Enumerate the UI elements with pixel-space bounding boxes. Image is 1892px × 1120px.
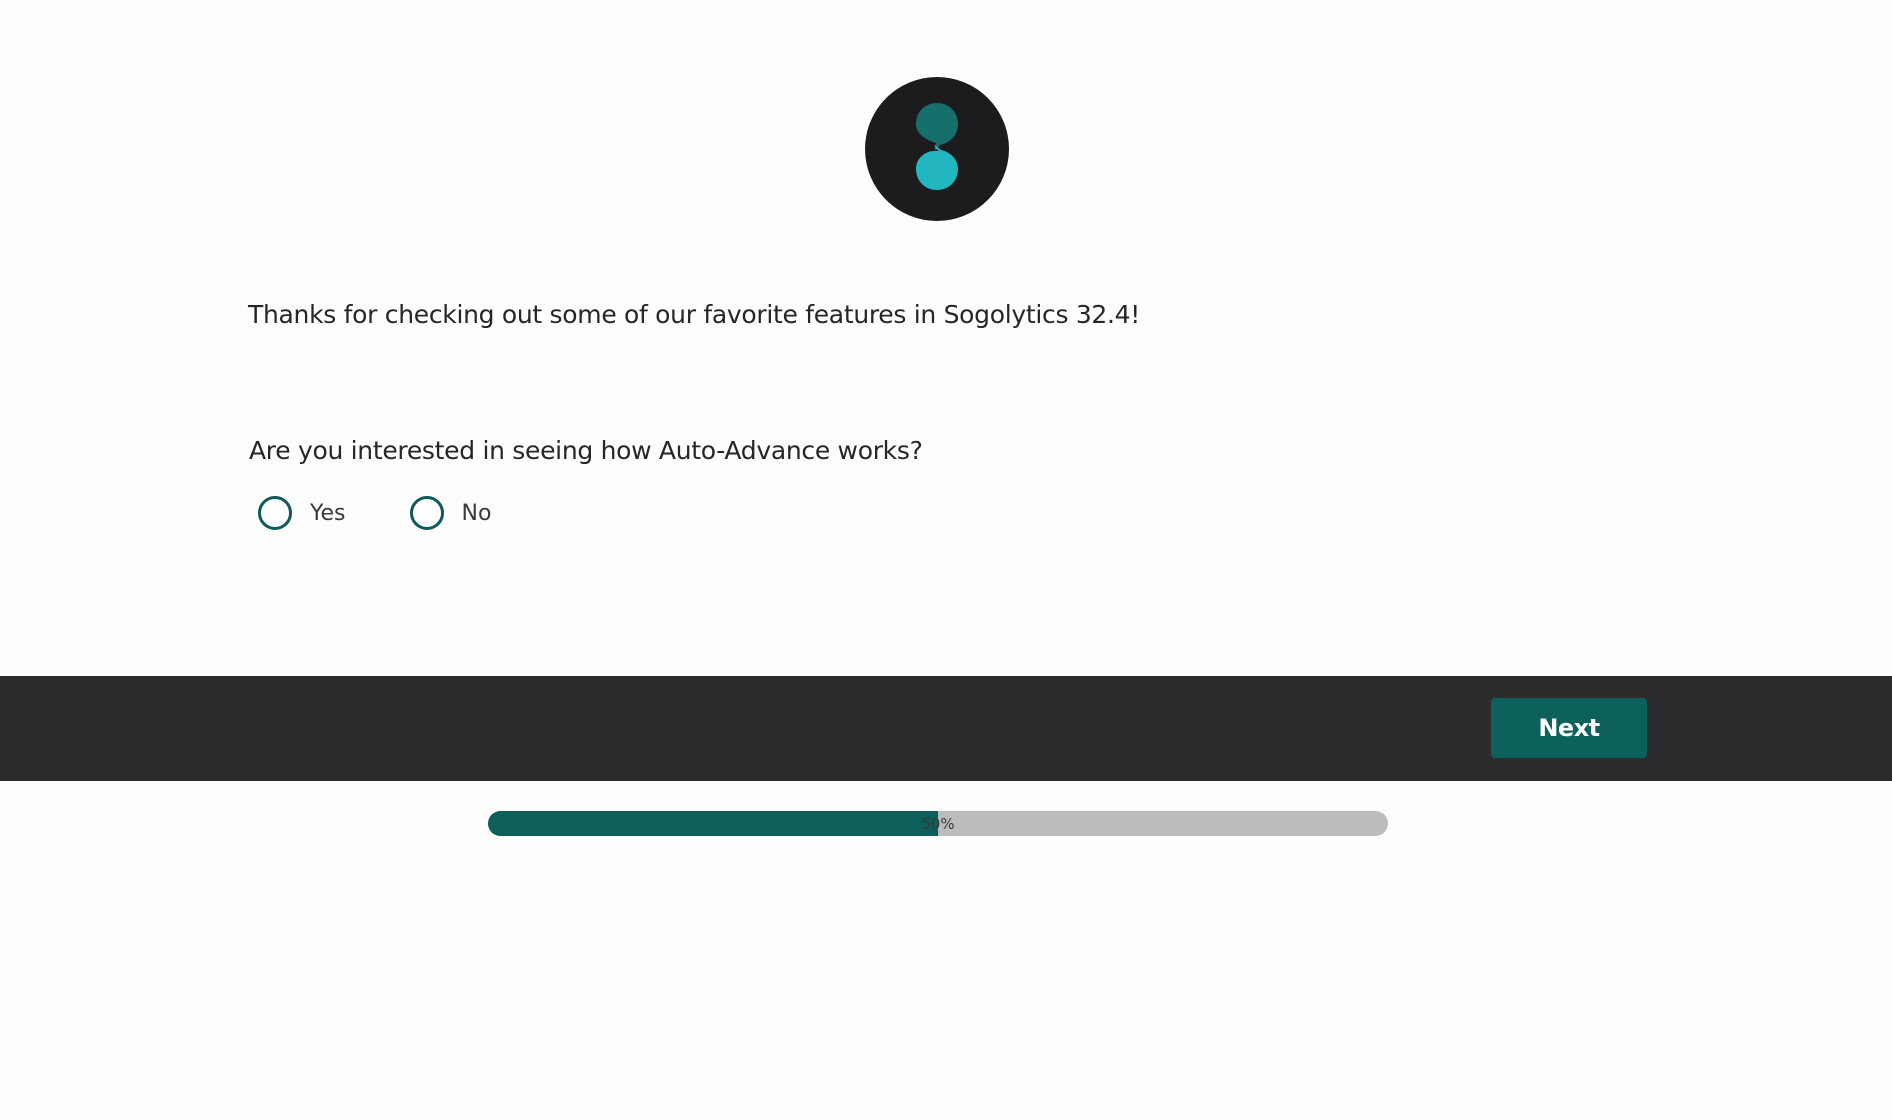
option-yes-label: Yes	[310, 500, 346, 526]
radio-yes[interactable]	[258, 496, 292, 530]
question-text: Are you interested in seeing how Auto-Ad…	[249, 436, 923, 465]
option-no[interactable]: No	[409, 496, 492, 530]
sogolytics-logo-icon	[865, 77, 1009, 221]
answer-options: Yes No	[258, 495, 491, 531]
radio-no[interactable]	[409, 496, 444, 530]
intro-text: Thanks for checking out some of our favo…	[248, 300, 1141, 329]
progress-bar: 50%	[488, 811, 1388, 836]
next-button[interactable]: Next	[1491, 698, 1647, 758]
progress-label: 50%	[921, 814, 955, 833]
sogolytics-logo	[865, 77, 1009, 221]
option-no-label: No	[461, 500, 492, 526]
option-yes[interactable]: Yes	[258, 496, 346, 530]
footer-bar: Next	[0, 676, 1892, 781]
